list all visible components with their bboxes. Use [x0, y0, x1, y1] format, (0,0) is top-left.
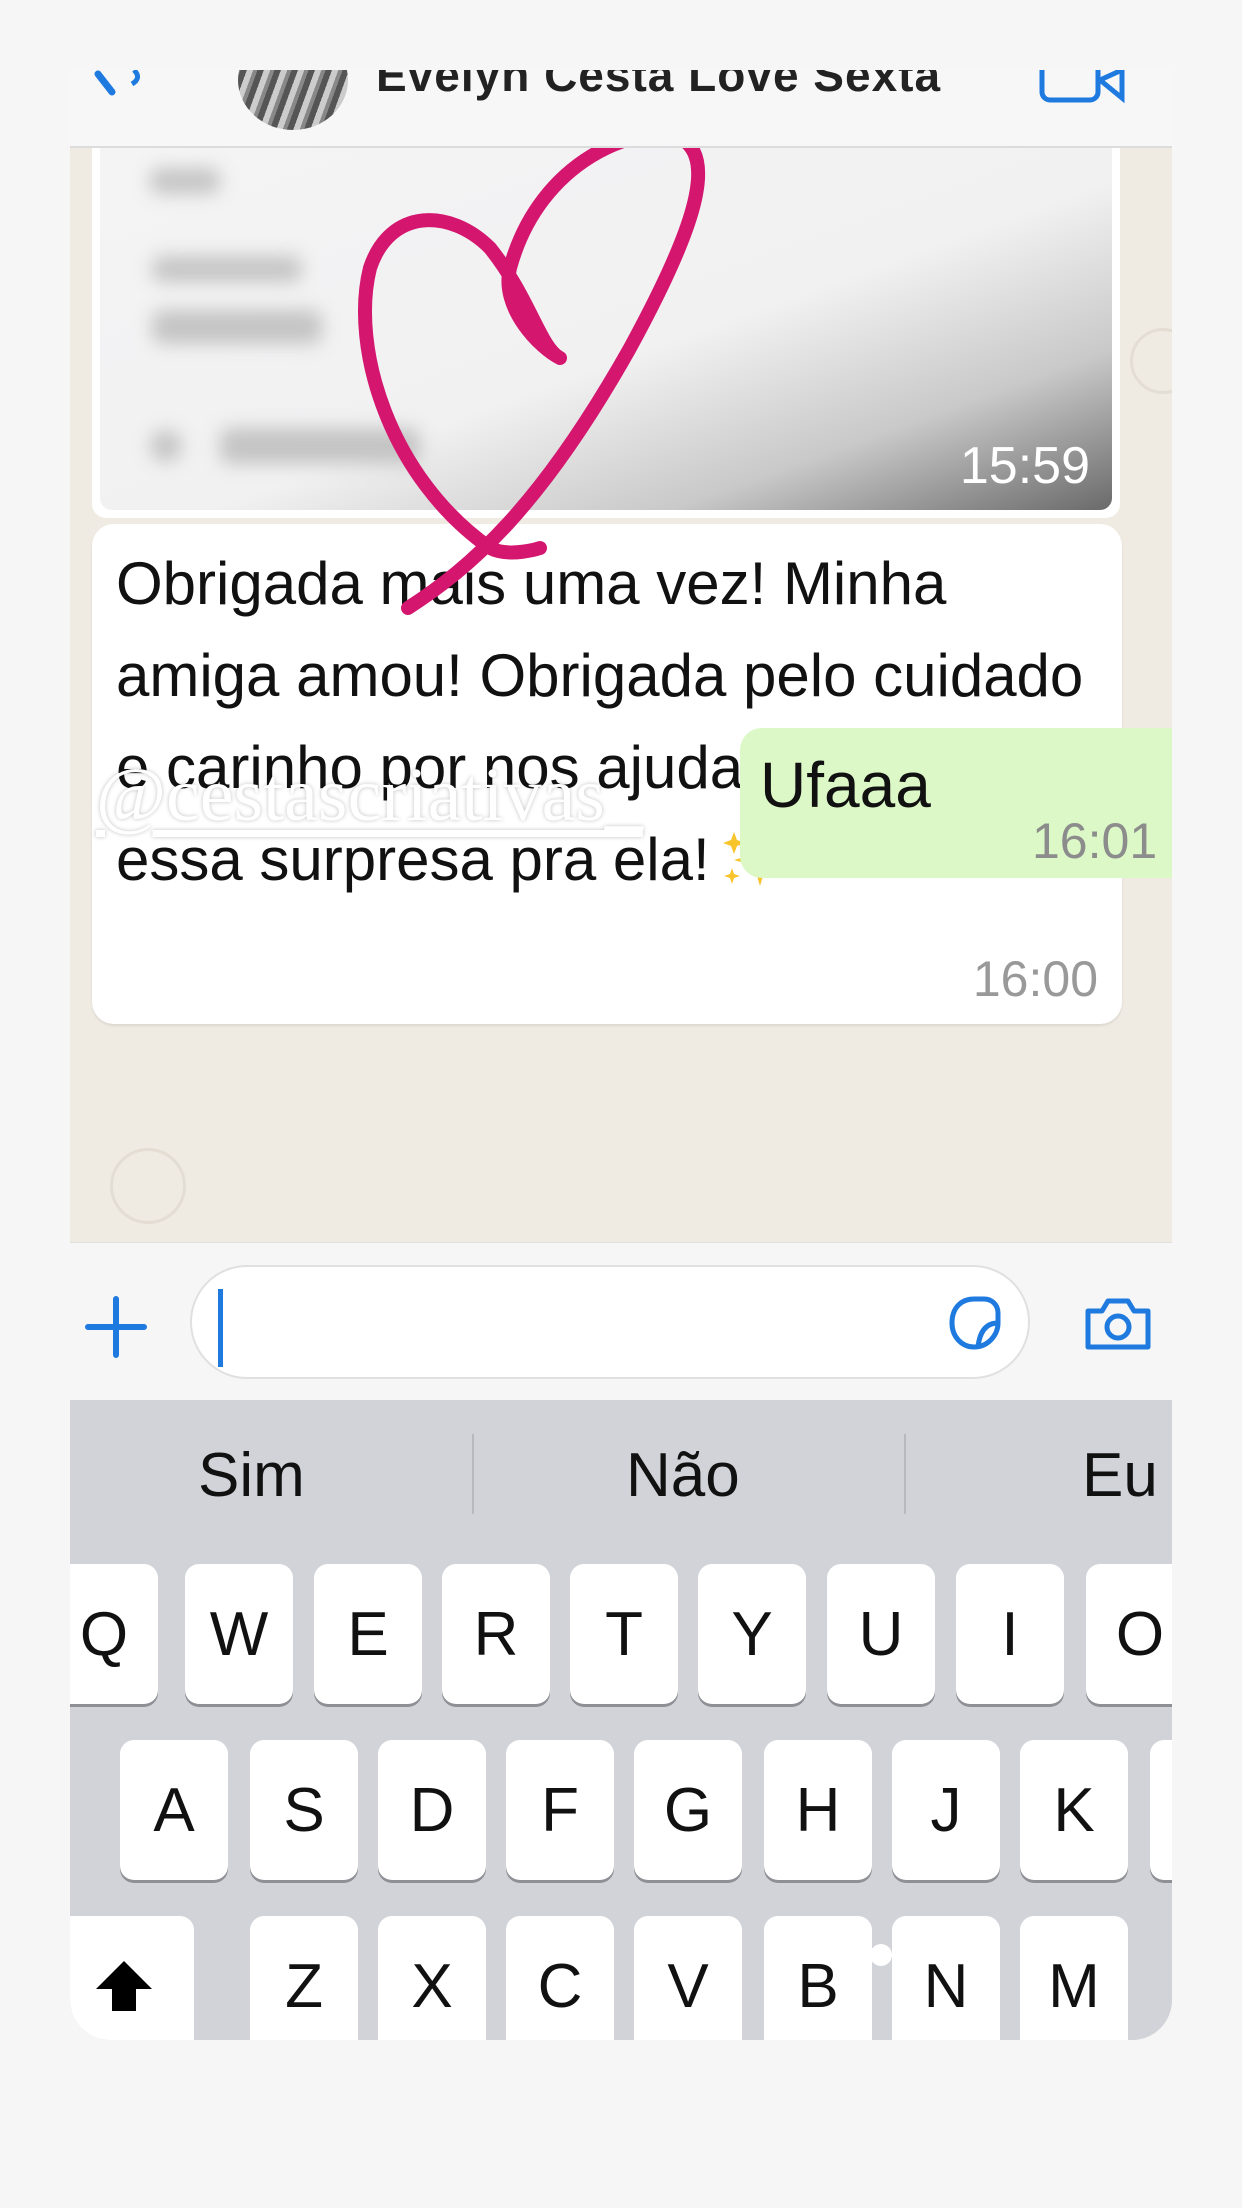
blurred-text	[220, 428, 420, 464]
key-q[interactable]: Q	[70, 1564, 158, 1704]
key-z[interactable]: Z	[250, 1916, 358, 2040]
key-y[interactable]: Y	[698, 1564, 806, 1704]
key-f[interactable]: F	[506, 1740, 614, 1880]
keyboard: Sim Não Eu Q W E R T Y U I O A S D F G H…	[70, 1400, 1172, 2040]
key-o[interactable]: O	[1086, 1564, 1172, 1704]
message-input[interactable]	[190, 1265, 1030, 1379]
chat-header: Evelyn Cesta Love Sexta	[70, 70, 1172, 148]
wallpaper-doodle	[110, 1148, 186, 1224]
key-a[interactable]: A	[120, 1740, 228, 1880]
key-w[interactable]: W	[185, 1564, 293, 1704]
plus-icon[interactable]	[84, 1295, 148, 1359]
shift-key[interactable]	[70, 1916, 194, 2040]
camera-icon[interactable]	[1082, 1293, 1154, 1353]
message-time: 16:00	[972, 951, 1098, 1007]
trackpad-dot	[870, 1944, 892, 1966]
text-caret	[218, 1289, 223, 1367]
contact-name[interactable]: Evelyn Cesta Love Sexta	[376, 70, 941, 102]
sticker-icon[interactable]	[944, 1293, 1004, 1353]
shift-arrow-icon	[96, 1961, 152, 2011]
image-message[interactable]: 15:59	[92, 148, 1120, 518]
key-c[interactable]: C	[506, 1916, 614, 2040]
watermark-handle: @cestascriativas_	[96, 753, 643, 837]
message-text: Ufaaa	[760, 749, 931, 821]
chevron-left-icon[interactable]	[90, 70, 150, 110]
key-h[interactable]: H	[764, 1740, 872, 1880]
key-k[interactable]: K	[1020, 1740, 1128, 1880]
key-m[interactable]: M	[1020, 1916, 1128, 2040]
key-s[interactable]: S	[250, 1740, 358, 1880]
avatar[interactable]	[238, 70, 348, 130]
blurred-image[interactable]: 15:59	[100, 148, 1112, 510]
video-camera-icon[interactable]	[1038, 70, 1128, 106]
key-e[interactable]: E	[314, 1564, 422, 1704]
suggestion-divider	[472, 1434, 474, 1514]
key-i[interactable]: I	[956, 1564, 1064, 1704]
blurred-text	[150, 430, 182, 462]
key-r[interactable]: R	[442, 1564, 550, 1704]
key-b[interactable]: B	[764, 1916, 872, 2040]
phone-screenshot: Evelyn Cesta Love Sexta 15:59 Obrigada m…	[70, 70, 1172, 2040]
key-l[interactable]	[1150, 1740, 1172, 1880]
suggestion-eu[interactable]: Eu	[1082, 1440, 1158, 1511]
key-d[interactable]: D	[378, 1740, 486, 1880]
blurred-text	[152, 256, 302, 282]
suggestion-sim[interactable]: Sim	[198, 1440, 305, 1511]
key-x[interactable]: X	[378, 1916, 486, 2040]
suggestion-nao[interactable]: Não	[626, 1440, 740, 1511]
key-g[interactable]: G	[634, 1740, 742, 1880]
key-n[interactable]: N	[892, 1916, 1000, 2040]
key-j[interactable]: J	[892, 1740, 1000, 1880]
key-v[interactable]: V	[634, 1916, 742, 2040]
key-u[interactable]: U	[827, 1564, 935, 1704]
suggestion-divider	[904, 1434, 906, 1514]
message-time: 15:59	[959, 437, 1090, 495]
chat-area[interactable]: 15:59 Obrigada mais uma vez! Minha amiga…	[70, 148, 1172, 1242]
wallpaper-doodle	[1130, 328, 1172, 394]
message-input-bar	[70, 1242, 1172, 1401]
blurred-text	[150, 168, 220, 194]
sent-message[interactable]: Ufaaa 16:01	[740, 728, 1172, 878]
key-t[interactable]: T	[570, 1564, 678, 1704]
message-time: 16:01	[1032, 813, 1158, 869]
blurred-text	[152, 310, 322, 344]
